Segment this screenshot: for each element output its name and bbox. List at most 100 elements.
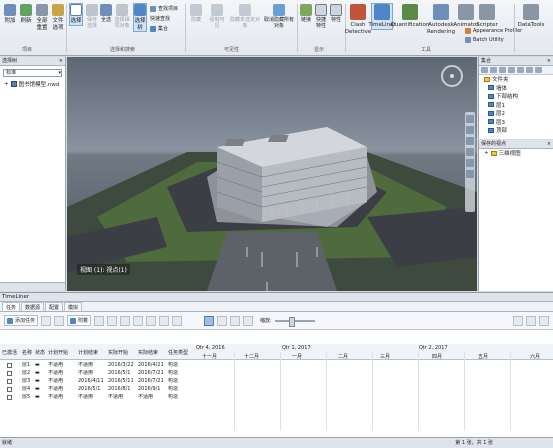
table-row[interactable]: 层2 ▬ 不适用 不适用 2016/5/1 2016/7/21 构造 [0, 370, 194, 378]
tree-mode-dropdown[interactable]: 标准 ▾ [3, 69, 62, 77]
tab-simulate[interactable]: 模拟 [64, 302, 83, 311]
move-up-icon[interactable] [146, 315, 157, 326]
file-options-button[interactable]: 文件选项 [51, 4, 65, 31]
delete-icon[interactable] [526, 67, 533, 73]
save-selection-button[interactable]: 保存选择 [86, 4, 98, 29]
gantt-actual-icon[interactable] [204, 315, 215, 326]
tab-configure[interactable]: 配置 [45, 302, 64, 311]
group-label-select: 选择和搜索 [110, 47, 136, 53]
delete-task-icon[interactable] [54, 315, 65, 326]
filter-icon[interactable] [513, 315, 523, 326]
active-checkbox[interactable] [7, 387, 12, 392]
batch-utility-button[interactable]: Batch Utility [465, 37, 504, 43]
navigation-bar[interactable] [465, 112, 475, 212]
close-icon[interactable]: × [547, 57, 551, 65]
sets-folder[interactable]: 文件夹 [484, 75, 553, 84]
gantt-hide-icon[interactable] [243, 315, 254, 326]
attach-button[interactable]: 附着 [67, 315, 92, 326]
insert-task-icon[interactable] [41, 315, 52, 326]
hide-button[interactable]: 隐藏 [188, 4, 204, 23]
tab-data-sources[interactable]: 数据源 [21, 302, 45, 311]
set-item[interactable]: 下部结构 [488, 92, 553, 101]
select-same-icon [116, 4, 128, 16]
animator-button[interactable]: Animator [453, 4, 479, 29]
active-checkbox[interactable] [7, 371, 12, 376]
nav-look-icon[interactable] [466, 159, 474, 167]
new-folder-icon[interactable] [499, 67, 506, 73]
viewpoint-item[interactable]: + 三维视图 [484, 149, 553, 158]
auto-attach-icon[interactable] [94, 315, 105, 326]
require-button[interactable]: 强制可见 [208, 4, 226, 29]
nav-steering-wheel-icon[interactable] [466, 115, 474, 123]
set-item[interactable]: 层1 [488, 101, 553, 110]
gantt-compare-icon[interactable] [230, 315, 241, 326]
hide-unselected-button[interactable]: 隐藏未选定对象 [230, 4, 260, 29]
select-same-button[interactable]: 选择相同对象 [114, 4, 130, 29]
find-items-button[interactable]: 查找项目 [150, 5, 178, 12]
separator [297, 4, 298, 52]
duplicate-icon[interactable] [508, 67, 515, 73]
gantt-planned-icon[interactable] [217, 315, 228, 326]
sets-toolbar [479, 66, 553, 75]
save-search-icon[interactable] [490, 67, 497, 73]
move-down-icon[interactable] [159, 315, 170, 326]
table-row[interactable]: 层3 ▬ 不适用 2016/4/11 2016/5/11 2016/7/21 构… [0, 378, 194, 386]
add-task-button[interactable]: 添加任务 [4, 315, 39, 326]
quantification-button[interactable]: Quantification [391, 4, 429, 29]
active-checkbox[interactable] [7, 363, 12, 368]
tab-tasks[interactable]: 任务 [2, 302, 21, 311]
set-item[interactable]: 层3 [488, 118, 553, 127]
select-all-button[interactable]: 全选 [100, 4, 112, 23]
scripter-button[interactable]: Scripter [476, 4, 498, 29]
columns-icon[interactable] [172, 315, 183, 326]
indent-icon[interactable] [120, 315, 131, 326]
3d-viewport[interactable]: 视图 (1): 视点(1) [67, 57, 477, 291]
add-comment-icon[interactable] [517, 67, 524, 73]
zoom-slider[interactable] [274, 316, 315, 327]
select-button[interactable]: 选择 [69, 3, 83, 26]
set-item[interactable]: 层2 [488, 109, 553, 118]
nav-pan-icon[interactable] [466, 126, 474, 134]
close-icon[interactable]: × [59, 57, 63, 65]
links-button[interactable]: 链接 [300, 4, 312, 23]
column-active: 已激活 [2, 350, 18, 356]
quick-find-input[interactable]: 快速查找 [150, 15, 170, 22]
import-export-icon[interactable] [535, 67, 542, 73]
properties-button[interactable]: 特性 [330, 4, 342, 23]
unhide-icon [273, 4, 285, 16]
panel-title: 集合 × [479, 57, 553, 66]
import-icon[interactable] [539, 315, 549, 326]
refresh-button[interactable]: 刷新 [19, 4, 33, 25]
table-row[interactable]: 层1 ▬ 不适用 不适用 2016/3/22 2016/4/21 构造 [0, 362, 194, 370]
sets-dropdown[interactable]: 集合 [150, 25, 168, 32]
append-button[interactable]: 附加 [3, 4, 17, 25]
outdent-icon[interactable] [133, 315, 144, 326]
tree-item-root[interactable]: + 图书馆模型.nwd [4, 80, 65, 88]
table-row[interactable]: 层5 ▬ 不适用 不适用 不适用 不适用 构造 [0, 394, 194, 402]
set-item[interactable]: 顶部 [488, 126, 553, 135]
export-icon[interactable] [526, 315, 536, 326]
datatools-button[interactable]: DataTools [516, 4, 546, 29]
clash-detective-button[interactable]: Clash Detective [345, 4, 371, 35]
append-icon [4, 4, 16, 16]
rendering-icon [433, 4, 449, 20]
month-label: 六月 [530, 354, 541, 360]
active-checkbox[interactable] [7, 379, 12, 384]
nav-orbit-icon[interactable] [466, 148, 474, 156]
clear-icon[interactable] [107, 315, 118, 326]
quick-properties-button[interactable]: 快捷特性 [314, 4, 328, 29]
selection-tree-button[interactable]: 选择树 [133, 3, 147, 32]
close-icon[interactable]: × [547, 140, 551, 148]
nav-walk-icon[interactable] [466, 170, 474, 178]
set-item[interactable]: 墙体 [488, 84, 553, 93]
selection-set-icon [488, 110, 494, 116]
month-label: 十二月 [244, 354, 260, 360]
autodesk-rendering-button[interactable]: Autodesk Rendering [427, 4, 455, 35]
save-selection-icon[interactable] [481, 67, 488, 73]
reset-all-button[interactable]: 全部重置 [35, 4, 49, 31]
active-checkbox[interactable] [7, 395, 12, 400]
nav-zoom-icon[interactable] [466, 137, 474, 145]
unhide-all-button[interactable]: 取消隐藏所有对象 [264, 4, 294, 29]
table-row[interactable]: 层4 ▬ 不适用 2016/5/1 2016/8/1 2016/9/1 构造 [0, 386, 194, 394]
viewcube-compass[interactable] [441, 65, 463, 87]
